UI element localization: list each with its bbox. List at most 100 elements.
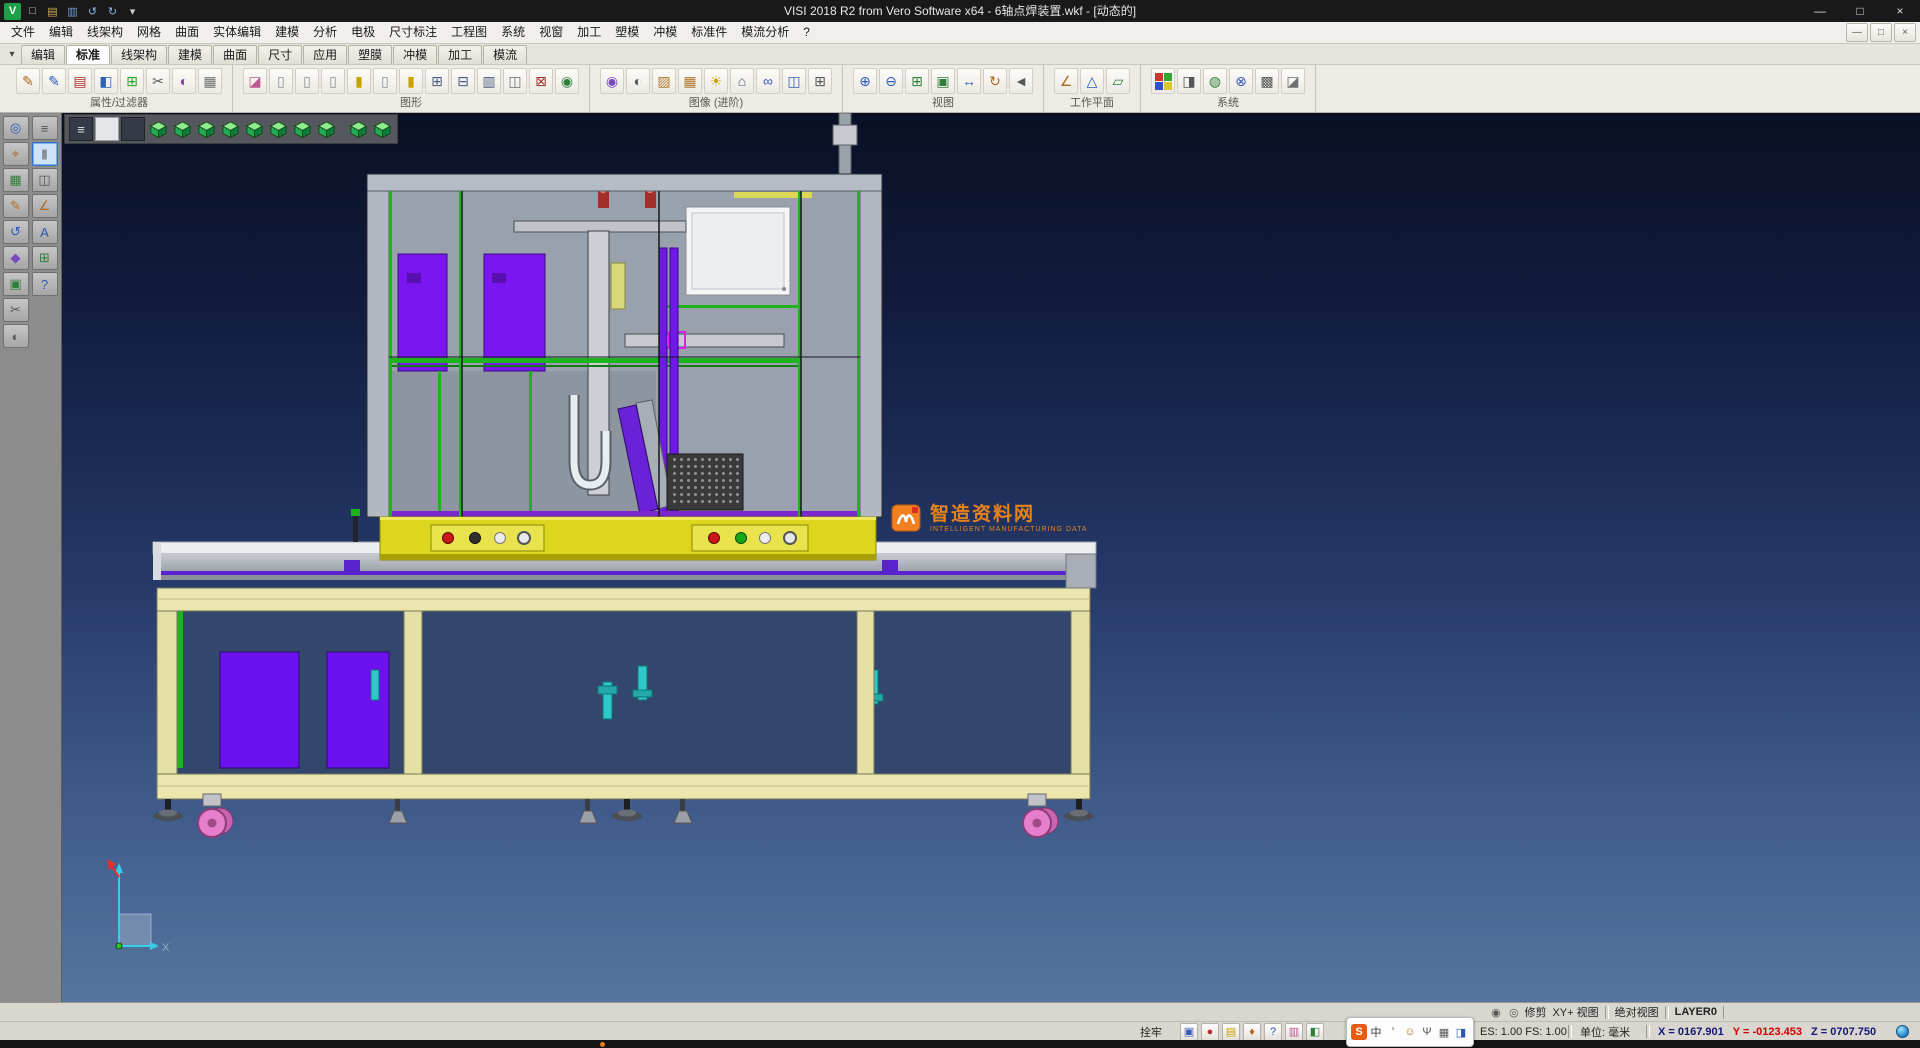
- blank-group-icon[interactable]: ▯: [295, 68, 319, 94]
- eraser-icon[interactable]: ◪: [243, 68, 267, 94]
- workplane-label[interactable]: 绝对视图: [1615, 1004, 1659, 1020]
- view-name-label[interactable]: XY+ 视图: [1552, 1004, 1598, 1020]
- tab-machining[interactable]: 加工: [438, 45, 482, 64]
- menu-item[interactable]: 加工: [570, 22, 608, 43]
- color-palette-icon[interactable]: [1151, 68, 1175, 94]
- menu-item[interactable]: 视窗: [532, 22, 570, 43]
- display-cylinder-icon[interactable]: ▮: [32, 142, 58, 166]
- menu-item[interactable]: 文件: [4, 22, 42, 43]
- restore-document-button[interactable]: □: [1870, 23, 1892, 42]
- material-icon[interactable]: ▨: [652, 68, 676, 94]
- menu-item[interactable]: 线架构: [80, 22, 130, 43]
- trim-status-label[interactable]: 修剪: [1524, 1004, 1546, 1020]
- shadow-icon[interactable]: ◐: [626, 68, 650, 94]
- trim-icon[interactable]: ✂: [3, 298, 29, 322]
- tab-surface[interactable]: 曲面: [213, 45, 257, 64]
- help-tool-icon[interactable]: ?: [32, 272, 58, 296]
- quick-filter-icon[interactable]: ◧: [94, 68, 118, 94]
- attribute-table-icon[interactable]: ▤: [68, 68, 92, 94]
- soft-keyboard-icon[interactable]: ▦: [1436, 1024, 1452, 1040]
- tab-molding[interactable]: 塑膜: [348, 45, 392, 64]
- tab-standard[interactable]: 标准: [66, 45, 110, 64]
- snap-icon[interactable]: ⌖: [3, 142, 29, 166]
- tab-edit[interactable]: 编辑: [21, 45, 65, 64]
- undo-icon[interactable]: ↺: [84, 3, 101, 20]
- view-iso2-icon[interactable]: [315, 118, 337, 140]
- show-group-icon[interactable]: ⊞: [425, 68, 449, 94]
- rotate-view-icon[interactable]: ↻: [983, 68, 1007, 94]
- view-left-icon[interactable]: [243, 118, 265, 140]
- punctuation-icon[interactable]: ’: [1385, 1024, 1401, 1040]
- save-doc-icon[interactable]: ▥: [64, 3, 81, 20]
- layer-display-icon[interactable]: ▥: [477, 68, 501, 94]
- machine-enclosure[interactable]: [367, 113, 882, 517]
- shade-icon[interactable]: ◐: [3, 324, 29, 348]
- list-icon[interactable]: ≡: [32, 116, 58, 140]
- menu-item[interactable]: 实体编辑: [206, 22, 268, 43]
- solid-icon[interactable]: ◆: [3, 246, 29, 270]
- view-mode-icon[interactable]: ◉: [1488, 1005, 1503, 1020]
- zoom-out-icon[interactable]: ⊖: [879, 68, 903, 94]
- snap-settings-icon[interactable]: ⊗: [1229, 68, 1253, 94]
- new-doc-icon[interactable]: □: [24, 3, 41, 20]
- layers-icon[interactable]: ⊞: [32, 246, 58, 270]
- highlight-all-icon[interactable]: ▮: [399, 68, 423, 94]
- previous-view-icon[interactable]: ◄: [1009, 68, 1033, 94]
- trim-filter-icon[interactable]: ✂: [146, 68, 170, 94]
- rotate-icon[interactable]: ↺: [3, 220, 29, 244]
- tab-application[interactable]: 应用: [303, 45, 347, 64]
- snapshot-icon[interactable]: ⊞: [808, 68, 832, 94]
- close-button[interactable]: ×: [1880, 0, 1920, 22]
- section-view-icon[interactable]: ◫: [782, 68, 806, 94]
- menu-item[interactable]: ?: [796, 22, 817, 43]
- chinese-mode-icon[interactable]: 中: [1368, 1024, 1384, 1040]
- stereo-glasses-icon[interactable]: ∞: [756, 68, 780, 94]
- menu-item[interactable]: 编辑: [42, 22, 80, 43]
- text-icon[interactable]: A: [32, 220, 58, 244]
- pan-icon[interactable]: ↔: [957, 68, 981, 94]
- minimize-document-button[interactable]: —: [1846, 23, 1868, 42]
- voice-icon[interactable]: Ψ: [1419, 1024, 1435, 1040]
- display-config-icon[interactable]: ◨: [1177, 68, 1201, 94]
- layer-label[interactable]: LAYER0: [1675, 1006, 1717, 1018]
- folder-icon[interactable]: ▤: [1222, 1023, 1240, 1041]
- help-icon[interactable]: ?: [1264, 1023, 1282, 1041]
- hatch-icon[interactable]: ▦: [3, 168, 29, 192]
- plane-icon[interactable]: ▣: [3, 272, 29, 296]
- viewport-menu-icon[interactable]: ≡: [69, 117, 93, 141]
- highlight-element-icon[interactable]: ▮: [347, 68, 371, 94]
- clip-toggle-icon[interactable]: ◎: [1506, 1005, 1521, 1020]
- close-document-button[interactable]: ×: [1894, 23, 1916, 42]
- tab-dimension[interactable]: 尺寸: [258, 45, 302, 64]
- world-icon[interactable]: ◍: [1203, 68, 1227, 94]
- open-doc-icon[interactable]: ▤: [44, 3, 61, 20]
- sketch-icon[interactable]: ✎: [3, 194, 29, 218]
- tab-die[interactable]: 冲模: [393, 45, 437, 64]
- snap-toggle[interactable]: 拴牢: [1140, 1022, 1162, 1041]
- cad-model[interactable]: X: [62, 113, 1920, 1002]
- split-display-icon[interactable]: ◫: [503, 68, 527, 94]
- record-icon[interactable]: ●: [1201, 1023, 1219, 1041]
- menu-item[interactable]: 塑模: [608, 22, 646, 43]
- tab-dropdown-button[interactable]: ▾: [3, 45, 21, 64]
- workplane-view-icon[interactable]: ▱: [1106, 68, 1130, 94]
- matrix-icon[interactable]: ▩: [1255, 68, 1279, 94]
- view-bottom-icon[interactable]: [291, 118, 313, 140]
- workplane-3points-icon[interactable]: △: [1080, 68, 1104, 94]
- view-right-icon[interactable]: [219, 118, 241, 140]
- menu-item[interactable]: 系统: [494, 22, 532, 43]
- workplane-standard-icon[interactable]: ∠: [1054, 68, 1078, 94]
- zoom-in-icon[interactable]: ⊕: [853, 68, 877, 94]
- refresh-display-icon[interactable]: ◉: [555, 68, 579, 94]
- sogou-logo[interactable]: S: [1351, 1024, 1367, 1040]
- cad-viewport[interactable]: X ≡ 智造资料网 INTELLIGENT MANUFACTURING DATA: [62, 113, 1920, 1002]
- add-filter-icon[interactable]: ⊞: [120, 68, 144, 94]
- redo-icon[interactable]: ↻: [104, 3, 121, 20]
- blank-element-icon[interactable]: ▯: [269, 68, 293, 94]
- minimize-button[interactable]: —: [1800, 0, 1840, 22]
- texture-icon[interactable]: ▦: [678, 68, 702, 94]
- view-iso-icon[interactable]: [147, 118, 169, 140]
- light-icon[interactable]: ☀: [704, 68, 728, 94]
- render-icon[interactable]: ◉: [600, 68, 624, 94]
- panels-icon[interactable]: ◫: [32, 168, 58, 192]
